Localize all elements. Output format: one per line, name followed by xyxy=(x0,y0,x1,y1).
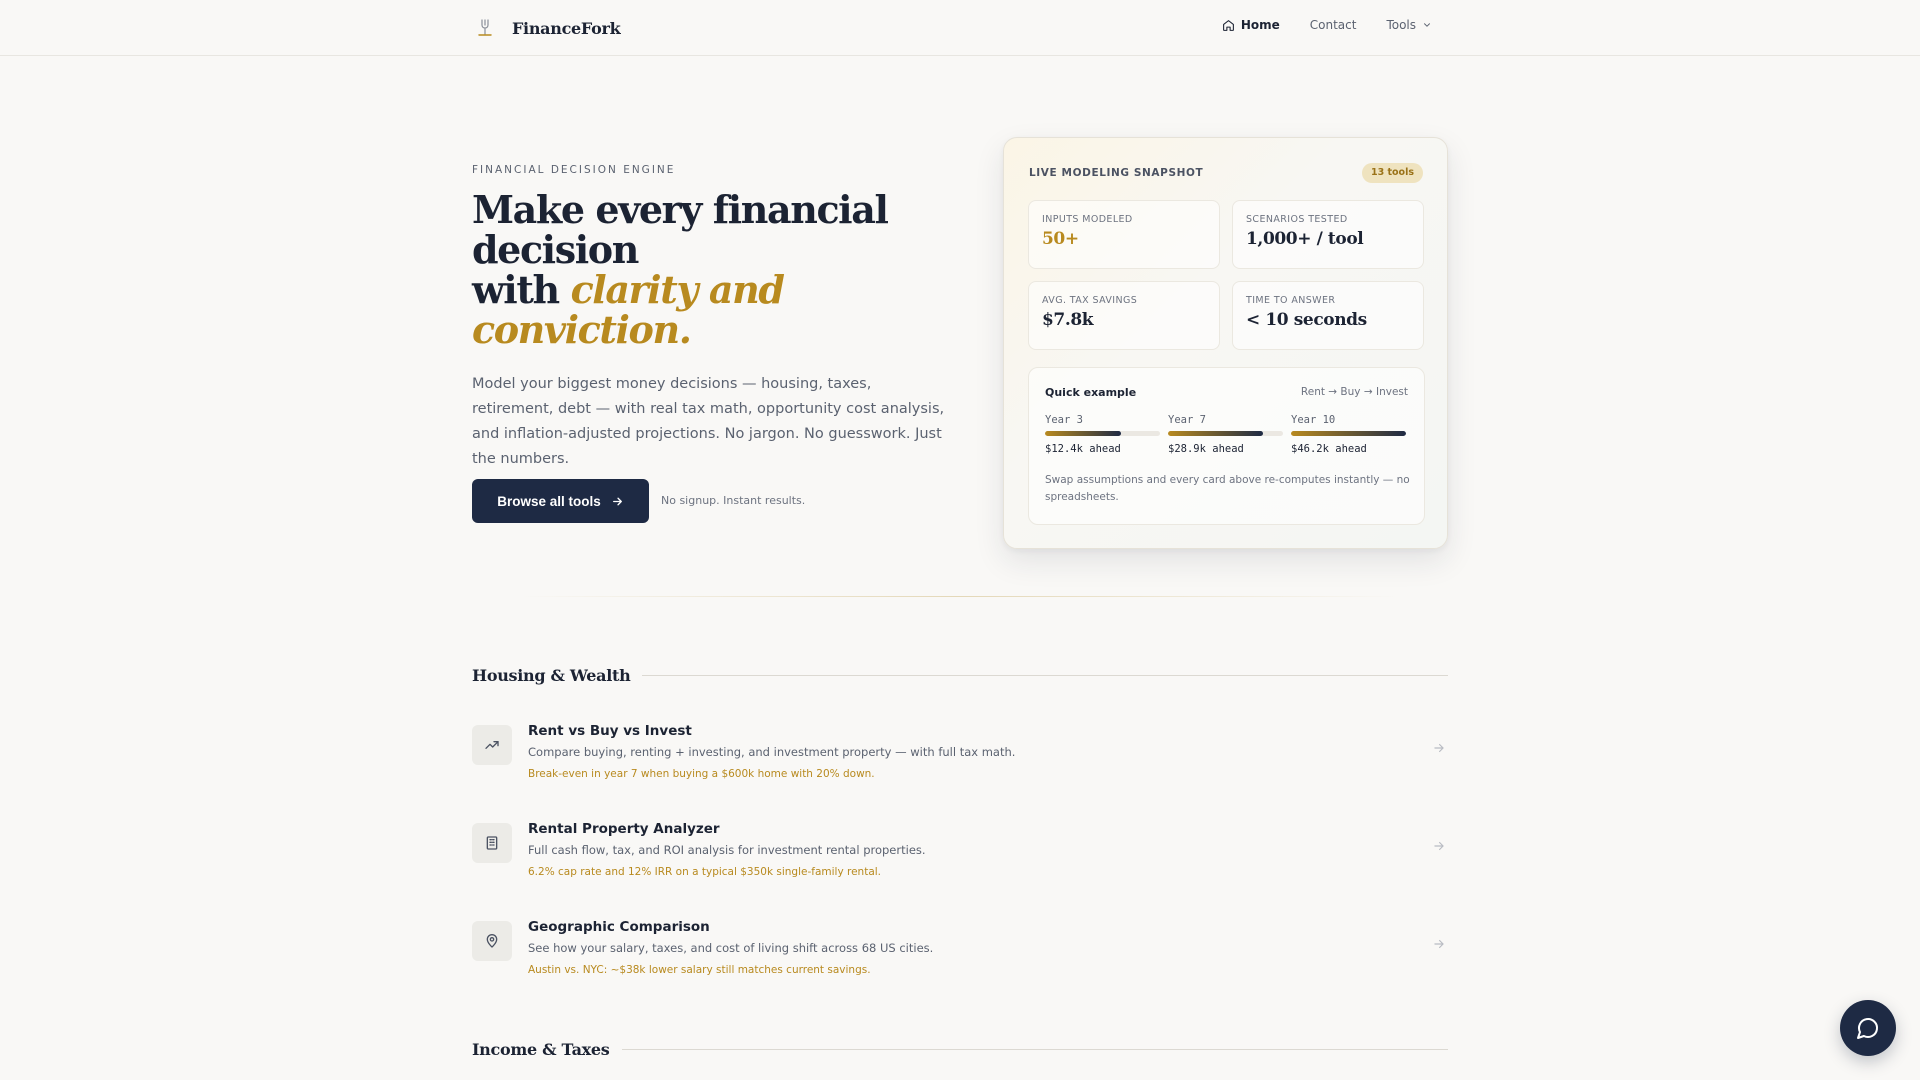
example-flow: Rent → Buy → Invest xyxy=(1300,386,1408,398)
stat-avg-tax-savings: AVG. TAX SAVINGS $7.8k xyxy=(1028,281,1220,350)
trending-up-icon xyxy=(472,725,512,765)
nav-contact-label: Contact xyxy=(1309,18,1357,32)
brand-name: FinanceFork xyxy=(512,18,621,38)
example-note: Swap assumptions and every card above re… xyxy=(1045,474,1410,503)
tool-geographic-comparison[interactable]: Geographic Comparison See how your salar… xyxy=(472,919,1448,983)
stat-scenarios-tested: SCENARIOS TESTED 1,000+ / tool xyxy=(1232,200,1424,269)
section-housing-wealth: Housing & Wealth xyxy=(472,666,1448,685)
nav-contact[interactable]: Contact xyxy=(1310,18,1357,32)
tool-name: Geographic Comparison xyxy=(528,919,710,935)
tool-rent-buy-invest[interactable]: Rent vs Buy vs Invest Compare buying, re… xyxy=(472,723,1448,787)
stat-value: < 10 seconds xyxy=(1246,310,1367,330)
tool-rental-property-analyzer[interactable]: Rental Property Analyzer Full cash flow,… xyxy=(472,821,1448,885)
stat-inputs-modeled: INPUTS MODELED 50+ xyxy=(1028,200,1220,269)
snapshot-heading: LIVE MODELING SNAPSHOT xyxy=(1029,167,1204,179)
chevron-down-icon xyxy=(1424,23,1430,27)
quick-example-panel: Quick example Rent → Buy → Invest Year 3… xyxy=(1028,367,1425,525)
nav-home[interactable]: Home xyxy=(1222,18,1280,32)
section-income-taxes: Income & Taxes xyxy=(472,1040,1448,1059)
hero-title-line1: Make every financial xyxy=(472,187,889,232)
map-pin-icon xyxy=(472,921,512,961)
tool-description: Full cash flow, tax, and ROI analysis fo… xyxy=(528,843,926,857)
year-label: Year 7 xyxy=(1168,414,1206,426)
browse-tools-label: Browse all tools xyxy=(497,493,601,509)
hero-title: Make every financial decision with clari… xyxy=(472,190,912,350)
fork-logo-icon xyxy=(472,16,498,40)
stat-value: 1,000+ / tool xyxy=(1246,229,1364,249)
stat-label: INPUTS MODELED xyxy=(1042,214,1133,225)
cta-note: No signup. Instant results. xyxy=(661,494,806,507)
browse-tools-button[interactable]: Browse all tools xyxy=(472,479,649,523)
stat-time-to-answer: TIME TO ANSWER < 10 seconds xyxy=(1232,281,1424,350)
year-label: Year 10 xyxy=(1291,414,1336,426)
stat-label: AVG. TAX SAVINGS xyxy=(1042,295,1138,306)
year-progress-fill xyxy=(1291,431,1406,436)
year-10-projection: Year 10 $46.2k ahead xyxy=(1291,414,1406,455)
hero-eyebrow: FINANCIAL DECISION ENGINE xyxy=(472,164,676,176)
hero-title-line3: with xyxy=(472,267,571,312)
stat-value: 50+ xyxy=(1042,229,1079,249)
hero-title-line2: decision xyxy=(472,227,639,272)
hero-description: Model your biggest money decisions — hou… xyxy=(472,376,945,467)
tool-name: Rental Property Analyzer xyxy=(528,821,720,837)
tool-description: Compare buying, renting + investing, and… xyxy=(528,745,1016,759)
section-title: Housing & Wealth xyxy=(472,666,631,685)
tools-count-badge: 13 tools xyxy=(1361,163,1423,183)
stat-label: SCENARIOS TESTED xyxy=(1246,214,1348,225)
section-title: Income & Taxes xyxy=(472,1040,610,1059)
tool-name: Rent vs Buy vs Invest xyxy=(528,723,692,739)
year-progress-bar xyxy=(1291,431,1406,436)
chat-bubble-icon xyxy=(1857,1018,1878,1039)
section-rule xyxy=(642,675,1448,676)
building-icon xyxy=(472,823,512,863)
home-icon xyxy=(1222,19,1234,31)
arrow-right-icon xyxy=(612,497,622,505)
brand[interactable]: FinanceFork xyxy=(472,16,621,40)
year-value: $28.9k ahead xyxy=(1168,443,1244,455)
nav-tools-label: Tools xyxy=(1386,18,1416,32)
tool-description: See how your salary, taxes, and cost of … xyxy=(528,941,934,955)
tool-example: Break-even in year 7 when buying a $600k… xyxy=(528,768,875,780)
year-progress-bar xyxy=(1045,431,1160,436)
arrow-right-icon xyxy=(1434,841,1444,851)
year-label: Year 3 xyxy=(1045,414,1083,426)
year-3-projection: Year 3 $12.4k ahead xyxy=(1045,414,1160,455)
year-value: $12.4k ahead xyxy=(1045,443,1121,455)
top-nav: FinanceFork Home Contact Tools xyxy=(0,0,1920,56)
example-title: Quick example xyxy=(1045,386,1137,399)
nav-links: Home Contact Tools xyxy=(1222,18,1432,32)
nav-home-label: Home xyxy=(1240,18,1280,32)
nav-tools-dropdown[interactable]: Tools xyxy=(1386,18,1432,32)
live-snapshot-card: LIVE MODELING SNAPSHOT 13 tools INPUTS M… xyxy=(1003,137,1448,549)
tool-example: Austin vs. NYC: ~$38k lower salary still… xyxy=(528,964,871,976)
year-progress-bar xyxy=(1168,431,1283,436)
arrow-right-icon xyxy=(1434,743,1444,753)
year-progress-fill xyxy=(1168,431,1264,436)
year-progress-fill xyxy=(1045,431,1121,436)
tool-example: 6.2% cap rate and 12% IRR on a typical $… xyxy=(528,866,882,878)
year-value: $46.2k ahead xyxy=(1291,443,1367,455)
section-rule xyxy=(621,1049,1448,1050)
stat-label: TIME TO ANSWER xyxy=(1246,295,1336,306)
year-7-projection: Year 7 $28.9k ahead xyxy=(1168,414,1283,455)
arrow-right-icon xyxy=(1434,939,1444,949)
section-divider xyxy=(520,596,1400,597)
stat-value: $7.8k xyxy=(1042,310,1094,330)
chat-button[interactable] xyxy=(1840,1000,1896,1056)
